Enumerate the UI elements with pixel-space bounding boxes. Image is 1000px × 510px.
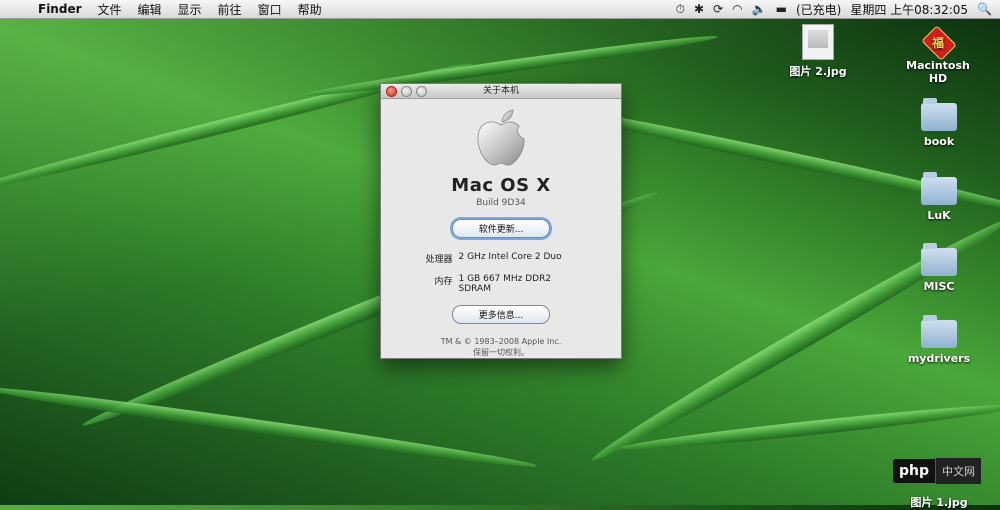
- build-number: Build 9D34: [476, 198, 526, 208]
- desktop-icon-label: 图片 2.jpg: [789, 65, 847, 78]
- folder-icon: [921, 172, 957, 205]
- menu-bar: Finder 文件 编辑 显示 前往 窗口 帮助 ⏱ ✱ ⟳ ◠ 🔈 ▬ (已充…: [0, 0, 1000, 19]
- battery-status[interactable]: (已充电): [796, 1, 841, 18]
- window-title: 关于本机: [482, 86, 519, 96]
- hard-drive-icon: 福: [921, 25, 957, 61]
- desktop-icon-label: mydrivers: [907, 352, 971, 365]
- copyright-block: TM & © 1983–2008 Apple Inc. 保留一切权利。: [381, 336, 621, 358]
- zoom-button[interactable]: [416, 86, 427, 97]
- more-info-button[interactable]: 更多信息...: [452, 305, 550, 324]
- window-titlebar[interactable]: 关于本机: [381, 84, 621, 99]
- bluetooth-icon[interactable]: ✱: [694, 2, 704, 16]
- folder-icon: [921, 315, 957, 348]
- processor-value: 2 GHz Intel Core 2 Duo: [458, 252, 562, 262]
- processor-row: 处理器 2 GHz Intel Core 2 Duo: [381, 252, 621, 265]
- watermark: php 中文网: [893, 458, 982, 484]
- wifi-icon[interactable]: ◠: [732, 2, 742, 16]
- sync-icon[interactable]: ⟳: [713, 2, 723, 16]
- time-machine-icon[interactable]: ⏱: [676, 2, 685, 17]
- desktop-icon-image-1[interactable]: 图片 1.jpg: [899, 494, 979, 510]
- status-area: ⏱ ✱ ⟳ ◠ 🔈 ▬ (已充电) 星期四 上午08:32:05 🔍: [676, 1, 1000, 18]
- desktop-icon-label: MISC: [923, 280, 955, 293]
- spotlight-icon[interactable]: 🔍: [977, 2, 992, 16]
- menu-help[interactable]: 帮助: [290, 1, 330, 18]
- volume-icon[interactable]: 🔈: [752, 2, 767, 16]
- menu-file[interactable]: 文件: [90, 1, 130, 18]
- close-button[interactable]: [386, 86, 397, 97]
- image-file-icon: [802, 24, 834, 60]
- menu-app-name[interactable]: Finder: [30, 2, 90, 16]
- copyright-text: TM & © 1983–2008 Apple Inc.: [440, 337, 562, 346]
- desktop-icon-misc[interactable]: MISC: [899, 243, 979, 293]
- rights-text: 保留一切权利。: [473, 348, 529, 357]
- watermark-logo: php: [893, 459, 936, 483]
- folder-icon: [921, 98, 957, 131]
- desktop-icon-macintosh-hd[interactable]: 福 Macintosh HD: [898, 25, 978, 85]
- menu-go[interactable]: 前往: [210, 1, 250, 18]
- desktop-icon-label: 图片 1.jpg: [910, 496, 968, 509]
- memory-label: 内存: [434, 277, 453, 287]
- desktop-icon-luk[interactable]: LuK: [899, 172, 979, 222]
- memory-row: 内存 1 GB 667 MHz DDR2 SDRAM: [381, 274, 621, 294]
- os-name: Mac OS X: [451, 175, 551, 196]
- desktop-icon-image-2[interactable]: 图片 2.jpg: [778, 24, 858, 79]
- menu-view[interactable]: 显示: [170, 1, 210, 18]
- memory-value: 1 GB 667 MHz DDR2 SDRAM: [458, 274, 552, 294]
- menu-window[interactable]: 窗口: [250, 1, 290, 18]
- processor-label: 处理器: [425, 255, 453, 265]
- folder-icon: [921, 243, 957, 276]
- clock[interactable]: 星期四 上午08:32:05: [850, 1, 968, 18]
- minimize-button[interactable]: [401, 86, 412, 97]
- desktop-icon-label: book: [923, 135, 955, 148]
- input-flag-icon[interactable]: ▬: [776, 2, 787, 16]
- desktop-icon-label: Macintosh HD: [906, 59, 970, 85]
- desktop-icon-label: LuK: [927, 209, 951, 222]
- desktop-icon-book[interactable]: book: [899, 98, 979, 148]
- desktop-icon-mydrivers[interactable]: mydrivers: [899, 315, 979, 365]
- watermark-text: 中文网: [935, 458, 982, 484]
- menu-edit[interactable]: 编辑: [130, 1, 170, 18]
- apple-logo-icon: [477, 109, 525, 166]
- software-update-button[interactable]: 软件更新...: [452, 219, 550, 238]
- about-window: 关于本机 Mac OS X Build 9D34 软件更新... 处理器 2 G…: [380, 83, 622, 359]
